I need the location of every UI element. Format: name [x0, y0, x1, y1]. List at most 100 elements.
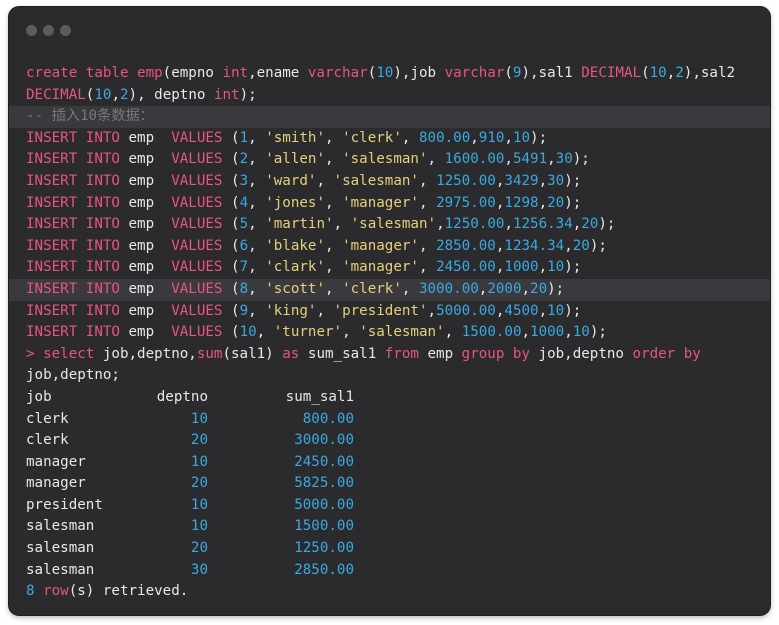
table-name: emp [119, 129, 172, 146]
code-text: , [504, 216, 513, 233]
result-cell-sum-sal1: 3000.00 [294, 432, 354, 449]
table-name: emp [119, 324, 172, 341]
table-name: emp [119, 151, 172, 168]
result-header-row: job deptno sum_sal1 [9, 387, 770, 409]
comment-line: -- 插入10条数据： [9, 106, 770, 128]
insert-statements: INSERT INTO emp VALUES (1, 'smith', 'cle… [9, 128, 770, 344]
values-keyword: VALUES [171, 194, 223, 211]
code-text: , [248, 237, 266, 254]
insert-into-keyword: INSERT INTO [26, 216, 120, 233]
number-literal: 5 [239, 216, 249, 233]
code-text: ( [222, 259, 240, 276]
type-keyword: int [222, 65, 249, 81]
title-bar [9, 7, 770, 51]
string-literal: 'clerk' [342, 280, 402, 297]
code-text: , [325, 259, 343, 276]
string-literal: 'allen' [265, 151, 325, 168]
values-keyword: VALUES [171, 324, 223, 341]
number-literal: 10 [547, 302, 565, 319]
number-literal: 2 [239, 151, 249, 168]
values-keyword: VALUES [171, 129, 223, 146]
type-keyword: DECIMAL [581, 65, 642, 81]
result-cell-sum-sal1: 2450.00 [294, 453, 354, 470]
code-text: ); [239, 86, 257, 103]
code-text: ); [564, 259, 582, 276]
code-text: ),job [393, 65, 445, 81]
result-header-sum-sal1: sum_sal1 [285, 388, 354, 405]
number-literal: 4500 [504, 302, 539, 319]
code-text: ),sal1 [521, 65, 582, 81]
close-window-button[interactable] [26, 25, 37, 36]
string-literal: 'clerk' [342, 129, 402, 146]
result-cell-sum-sal1: 5825.00 [294, 475, 354, 492]
row-count: 8 [26, 583, 35, 600]
code-text: , [325, 194, 343, 211]
group-by-keyword: group by [461, 345, 531, 362]
insert-line: INSERT INTO emp VALUES (5, 'martin', 'sa… [9, 214, 770, 236]
string-literal: 'king' [265, 302, 317, 319]
code-text: job,deptno [530, 345, 633, 362]
result-cell-deptno: 10 [190, 410, 208, 427]
as-keyword: as [282, 345, 300, 362]
zoom-window-button[interactable] [60, 25, 71, 36]
number-literal: 2450.00 [436, 259, 496, 276]
result-cell-deptno: 10 [190, 518, 208, 535]
code-text: , [470, 129, 479, 146]
code-text: sum_sal1 [299, 345, 385, 362]
insert-line: INSERT INTO emp VALUES (10, 'turner', 's… [9, 322, 770, 344]
number-literal: 8 [239, 280, 249, 297]
create-table-line-2: DECIMAL(10,2), deptno int); [9, 85, 770, 107]
number-literal: 10 [376, 65, 394, 81]
number-literal: 1 [239, 129, 249, 146]
code-text: ( [367, 65, 377, 81]
number-literal: 800.00 [418, 129, 471, 146]
code-text: ( [222, 237, 240, 254]
code-text: , [538, 172, 548, 189]
code-text: , [342, 324, 360, 341]
number-literal: 1256.34 [512, 216, 573, 233]
insert-into-keyword: INSERT INTO [26, 324, 120, 341]
code-text: ); [598, 216, 616, 233]
insert-line: INSERT INTO emp VALUES (9, 'king', 'pres… [9, 301, 770, 323]
result-cell-deptno: 10 [190, 453, 208, 470]
code-text: ); [572, 151, 590, 168]
code-text: , [418, 194, 437, 211]
number-literal: 1000 [504, 259, 539, 276]
code-text: ); [530, 129, 548, 146]
number-literal: 10 [239, 324, 257, 341]
code-text: ),sal2 [683, 65, 736, 81]
insert-into-keyword: INSERT INTO [26, 302, 120, 319]
table-name: emp [119, 172, 172, 189]
code-output: create table emp(empno int,ename varchar… [9, 63, 770, 603]
insert-into-keyword: INSERT INTO [26, 129, 120, 146]
type-keyword: varchar [307, 65, 368, 81]
string-literal: 'scott' [265, 280, 325, 297]
values-keyword: VALUES [171, 280, 223, 297]
code-text: ( [222, 216, 240, 233]
number-literal: 1234.34 [504, 237, 565, 254]
code-text: , [564, 324, 573, 341]
code-text: ( [222, 280, 240, 297]
insert-line: INSERT INTO emp VALUES (3, 'ward', 'sale… [9, 171, 770, 193]
code-text: ); [564, 302, 582, 319]
insert-into-keyword: INSERT INTO [26, 151, 120, 168]
result-cell-job: salesman [26, 561, 95, 578]
string-literal: 'manager' [342, 259, 419, 276]
number-literal: 2000 [487, 280, 522, 297]
result-cell-job: salesman [26, 518, 95, 535]
code-text: ( [222, 151, 240, 168]
code-text: , [316, 302, 334, 319]
result-footer: 8 row(s) retrieved. [9, 581, 770, 603]
values-keyword: VALUES [171, 216, 223, 233]
code-text: , [436, 216, 445, 233]
code-text: , [248, 129, 266, 146]
number-literal: 2 [119, 86, 129, 103]
minimize-window-button[interactable] [43, 25, 54, 36]
insert-into-keyword: INSERT INTO [26, 280, 120, 297]
result-cell-job: salesman [26, 540, 95, 557]
code-text: , [427, 302, 437, 319]
number-literal: 10 [94, 86, 112, 103]
number-literal: 1298 [504, 194, 539, 211]
select-line-1: > select job,deptno,sum(sal1) as sum_sal… [9, 344, 770, 366]
code-text: , [325, 129, 343, 146]
